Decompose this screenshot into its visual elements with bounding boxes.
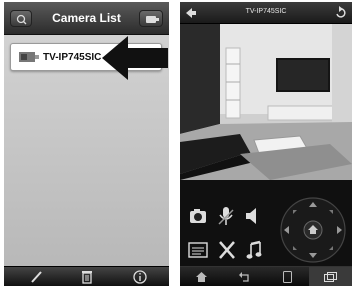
- refresh-icon[interactable]: [334, 6, 348, 20]
- camera-title: TV-IP745SIC: [245, 8, 287, 15]
- camera-name: TV-IP745SIC: [43, 52, 102, 63]
- speaker-icon[interactable]: [244, 207, 260, 225]
- music-icon[interactable]: [246, 240, 262, 260]
- info-icon[interactable]: [132, 270, 148, 284]
- live-view-screen: TV-IP745SIC: [180, 2, 352, 286]
- tab-back[interactable]: [223, 267, 266, 286]
- camera-icon: [19, 52, 39, 62]
- window-icon: [324, 272, 337, 282]
- camera-controls: [180, 180, 352, 266]
- room-video-image: [180, 24, 352, 180]
- live-view-header: TV-IP745SIC: [180, 2, 352, 24]
- microphone-icon[interactable]: [218, 206, 234, 226]
- home-icon: [196, 272, 207, 282]
- tab-home[interactable]: [180, 267, 223, 286]
- snapshot-icon[interactable]: [189, 208, 207, 224]
- ptz-control-pad[interactable]: [276, 196, 350, 264]
- live-video-feed[interactable]: [180, 24, 352, 180]
- add-camera-icon: [146, 16, 159, 23]
- tools-icon[interactable]: [218, 240, 236, 260]
- tab-phone[interactable]: [266, 267, 309, 286]
- camera-list-footer: [4, 266, 169, 286]
- delete-icon[interactable]: [79, 270, 95, 284]
- pointer-arrow-icon: [102, 36, 168, 80]
- tab-window[interactable]: [309, 267, 352, 286]
- back-icon: [239, 272, 249, 282]
- add-camera-button[interactable]: [139, 10, 163, 27]
- camera-list-header: Camera List: [4, 2, 169, 35]
- live-view-footer: [180, 266, 352, 286]
- settings-icon[interactable]: [188, 242, 208, 258]
- phone-icon: [283, 271, 292, 283]
- camera-list-screen: Camera List TV-IP745SIC: [4, 2, 169, 286]
- edit-icon[interactable]: [29, 270, 45, 284]
